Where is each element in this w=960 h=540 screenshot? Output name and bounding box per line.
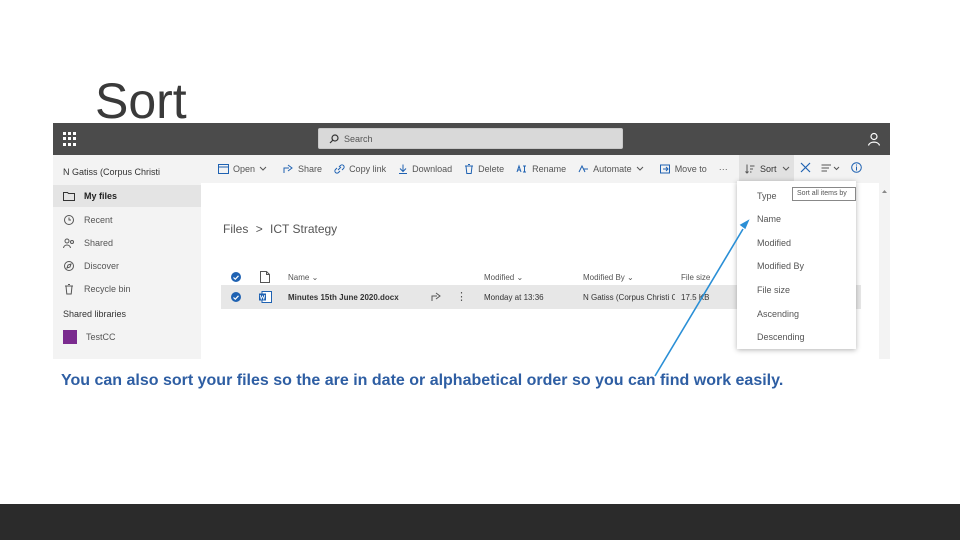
top-bar: Search [53, 123, 890, 155]
search-placeholder: Search [344, 133, 373, 144]
row-checkbox[interactable] [231, 292, 241, 302]
sidebar-item-my-files[interactable]: My files [53, 185, 201, 207]
file-modified: Monday at 13:36 [484, 293, 544, 302]
check-icon [233, 274, 239, 280]
sidebar-item-recycle-bin[interactable]: Recycle bin [53, 278, 201, 300]
open-icon [218, 164, 229, 174]
more-button[interactable]: ··· [719, 164, 728, 174]
folder-icon [63, 192, 75, 201]
info-icon[interactable] [851, 162, 862, 173]
discover-icon [64, 261, 74, 271]
share-icon [283, 164, 293, 173]
delete-button[interactable]: Delete [464, 164, 504, 174]
word-doc-icon [259, 291, 272, 303]
clock-icon [64, 215, 74, 225]
sort-option-modified-by[interactable]: Modified By [757, 261, 804, 271]
move-icon [659, 164, 670, 174]
file-name[interactable]: Minutes 15th June 2020.docx [288, 293, 399, 302]
breadcrumb-current: ICT Strategy [270, 222, 338, 236]
sidebar-item-recent[interactable]: Recent [53, 209, 201, 231]
share-button[interactable]: Share [283, 164, 322, 174]
column-header-file-size[interactable]: File size [681, 273, 710, 282]
chevron-down-icon [259, 166, 267, 171]
sort-option-descending[interactable]: Descending [757, 332, 805, 342]
app-launcher-icon[interactable] [63, 132, 77, 146]
check-icon [233, 294, 239, 300]
file-type-icon [260, 271, 270, 283]
download-button[interactable]: Download [398, 164, 452, 174]
sort-option-file-size[interactable]: File size [757, 285, 790, 295]
automate-icon [578, 164, 589, 173]
copy-link-button[interactable]: Copy link [334, 164, 386, 174]
library-icon [63, 330, 77, 344]
chevron-down-icon [636, 166, 644, 171]
slide-footer-bar [0, 504, 960, 540]
shared-icon [63, 238, 74, 249]
sort-type-label: Type [757, 191, 777, 201]
sort-dropdown: Type Sort all items by Name Modified Mod… [737, 181, 856, 349]
sort-option-ascending[interactable]: Ascending [757, 309, 799, 319]
scroll-up-icon[interactable] [879, 187, 890, 197]
sort-icon [745, 164, 755, 174]
share-icon[interactable] [431, 292, 441, 302]
recycle-bin-icon [65, 284, 73, 295]
onedrive-screenshot: Search N Gatiss (Corpus Christi My files… [53, 123, 890, 359]
rename-icon [516, 164, 527, 173]
scrollbar[interactable] [879, 183, 890, 359]
sidebar-item-discover[interactable]: Discover [53, 255, 201, 277]
sidebar: N Gatiss (Corpus Christi My files Recent… [53, 155, 201, 359]
column-header-modified[interactable]: Modified ⌄ [484, 273, 523, 282]
shared-libraries-header: Shared libraries [63, 309, 127, 319]
move-to-button[interactable]: Move to [659, 164, 707, 174]
breadcrumb: Files > ICT Strategy [223, 222, 337, 236]
tenant-name: N Gatiss (Corpus Christi [63, 167, 161, 177]
search-box[interactable]: Search [318, 128, 623, 149]
breadcrumb-separator: > [255, 222, 263, 236]
sort-type-select[interactable]: Sort all items by [792, 187, 856, 201]
select-all-checkbox[interactable] [231, 272, 241, 282]
download-icon [399, 164, 408, 174]
sort-option-name[interactable]: Name [757, 214, 781, 224]
delete-icon [465, 164, 474, 174]
open-button[interactable]: Open [218, 164, 271, 174]
view-options-icon[interactable] [821, 163, 841, 173]
sort-button[interactable]: Sort [739, 155, 794, 183]
column-header-name[interactable]: Name ⌄ [288, 273, 318, 282]
rename-button[interactable]: Rename [516, 164, 566, 174]
view-controls [800, 162, 862, 173]
file-modified-by: N Gatiss (Corpus Christi Ca [583, 293, 675, 302]
file-size: 17.5 KB [681, 293, 710, 302]
search-icon [329, 133, 339, 143]
column-header-modified-by[interactable]: Modified By ⌄ [583, 273, 634, 282]
more-actions-icon[interactable]: ⋮ [456, 290, 467, 303]
user-icon[interactable] [867, 132, 881, 146]
slide-title: Sort [95, 73, 187, 129]
sidebar-item-testcc[interactable]: TestCC [53, 326, 201, 348]
slide-caption: You can also sort your files so the are … [61, 372, 784, 389]
close-icon[interactable] [800, 162, 811, 173]
sidebar-item-shared[interactable]: Shared [53, 232, 201, 254]
sort-option-modified[interactable]: Modified [757, 238, 791, 248]
link-icon [334, 164, 345, 174]
breadcrumb-files[interactable]: Files [223, 222, 248, 236]
chevron-down-icon [782, 166, 789, 171]
automate-button[interactable]: Automate [578, 164, 648, 174]
